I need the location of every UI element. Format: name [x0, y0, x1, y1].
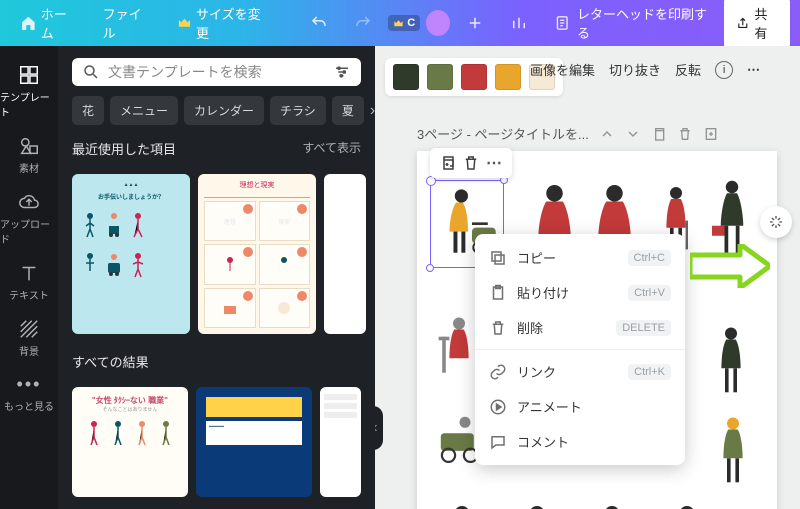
chip-flower[interactable]: 花: [72, 96, 104, 125]
cloud-upload-icon: [18, 191, 40, 213]
add-button[interactable]: [456, 8, 494, 38]
duplicate-page-icon[interactable]: [651, 126, 667, 142]
chevron-up-icon[interactable]: [599, 126, 615, 142]
chip-calendar[interactable]: カレンダー: [184, 96, 264, 125]
template-thumb-5[interactable]: ━━━━━: [196, 387, 312, 497]
search-input-wrap[interactable]: [72, 58, 361, 86]
illustration-person[interactable]: [709, 411, 757, 496]
more-icon: •••: [17, 374, 42, 395]
template-thumb-6[interactable]: [320, 387, 361, 497]
home-icon: [20, 14, 37, 32]
duplicate-icon[interactable]: [438, 154, 456, 172]
undo-button[interactable]: [300, 8, 338, 38]
regenerate-button[interactable]: [760, 206, 792, 238]
chart-button[interactable]: [500, 8, 538, 38]
info-icon[interactable]: i: [715, 61, 733, 79]
swatch-4[interactable]: [495, 64, 521, 90]
print-letterhead-button[interactable]: レターヘッドを印刷する: [544, 0, 717, 48]
sparkle-icon: [768, 214, 784, 230]
panel-collapse-tab[interactable]: ‹: [375, 406, 383, 450]
search-input[interactable]: [108, 64, 325, 80]
flip-button[interactable]: 反転: [675, 60, 701, 79]
ctx-comment[interactable]: コメント: [475, 424, 685, 459]
animate-icon: [489, 398, 507, 416]
template-thumb-3[interactable]: [324, 174, 366, 334]
rail-text[interactable]: テキスト: [0, 254, 58, 310]
ctx-copy[interactable]: コピー Ctrl+C: [475, 240, 685, 275]
undo-icon: [310, 14, 328, 32]
template-thumb-2[interactable]: 理想と現実 理想 現実: [198, 174, 316, 334]
filter-icon[interactable]: [333, 63, 351, 81]
plus-icon: [466, 14, 484, 32]
arrow-annotation: [690, 244, 770, 288]
see-all-link[interactable]: すべて表示: [302, 139, 361, 158]
swatch-1[interactable]: [393, 64, 419, 90]
rail-elements[interactable]: 素材: [0, 127, 58, 183]
crown-icon: [177, 15, 192, 31]
search-icon: [82, 63, 100, 81]
ctx-delete[interactable]: 削除 DELETE: [475, 310, 685, 345]
template-thumb-1[interactable]: ▲▲▲ お手伝いしましょうか？: [72, 174, 190, 334]
trash-icon[interactable]: [677, 126, 693, 142]
comment-icon: [489, 433, 507, 451]
redo-icon: [354, 14, 372, 32]
template-thumb-4[interactable]: "女性 ﾀｸｼｰない 職業" そんなことはありません: [72, 387, 188, 497]
chart-icon: [510, 14, 528, 32]
rail-templates[interactable]: テンプレート: [0, 56, 58, 127]
illustration-person[interactable]: [662, 501, 712, 509]
illustration-person[interactable]: [512, 501, 562, 509]
context-menu: コピー Ctrl+C 貼り付け Ctrl+V 削除 DELETE リンク Ctr…: [475, 234, 685, 465]
chip-flyer[interactable]: チラシ: [270, 96, 326, 125]
ctx-animate[interactable]: アニメート: [475, 389, 685, 424]
copy-icon: [489, 249, 507, 267]
paste-icon: [489, 284, 507, 302]
elements-icon: [18, 135, 40, 157]
link-icon: [489, 363, 507, 381]
chip-menu[interactable]: メニュー: [110, 96, 178, 125]
share-button[interactable]: 共有: [724, 0, 790, 49]
more-options-button[interactable]: ⋯: [747, 62, 762, 78]
swatch-3[interactable]: [461, 64, 487, 90]
all-results-title: すべての結果: [72, 352, 149, 371]
delete-icon: [489, 319, 507, 337]
rail-more[interactable]: ••• もっと見る: [0, 366, 58, 421]
redo-button[interactable]: [344, 8, 382, 38]
rail-background[interactable]: 背景: [0, 310, 58, 366]
ctx-link[interactable]: リンク Ctrl+K: [475, 354, 685, 389]
templates-icon: [18, 64, 40, 86]
ctx-paste[interactable]: 貼り付け Ctrl+V: [475, 275, 685, 310]
canva-badge: C: [388, 15, 420, 31]
floating-element-toolbar: ⋯: [430, 148, 512, 178]
more-icon[interactable]: ⋯: [486, 153, 504, 173]
background-icon: [18, 318, 40, 340]
add-page-icon[interactable]: [703, 126, 719, 142]
crop-button[interactable]: 切り抜き: [609, 60, 661, 79]
chip-summer[interactable]: 夏: [332, 96, 364, 125]
share-icon: [736, 16, 750, 31]
rail-uploads[interactable]: アップロード: [0, 183, 58, 254]
illustration-person[interactable]: [707, 321, 755, 406]
recent-title: 最近使用した項目: [72, 139, 176, 158]
illustration-person[interactable]: [437, 501, 487, 509]
text-icon: [18, 262, 40, 284]
resize-button[interactable]: サイズを変更: [167, 0, 278, 48]
document-icon: [554, 14, 570, 32]
edit-image-button[interactable]: 画像を編集: [530, 60, 595, 79]
page-title-label[interactable]: 3ページ - ページタイトルを...: [417, 124, 589, 143]
chip-row: 花 メニュー カレンダー チラシ 夏 ›: [72, 96, 361, 125]
illustration-person[interactable]: [587, 501, 637, 509]
chevron-down-icon[interactable]: [625, 126, 641, 142]
swatch-2[interactable]: [427, 64, 453, 90]
home-button[interactable]: ホーム: [10, 0, 87, 48]
trash-icon[interactable]: [462, 154, 480, 172]
file-button[interactable]: ファイル: [93, 0, 162, 48]
avatar[interactable]: [426, 10, 450, 36]
home-label: ホーム: [41, 4, 77, 42]
